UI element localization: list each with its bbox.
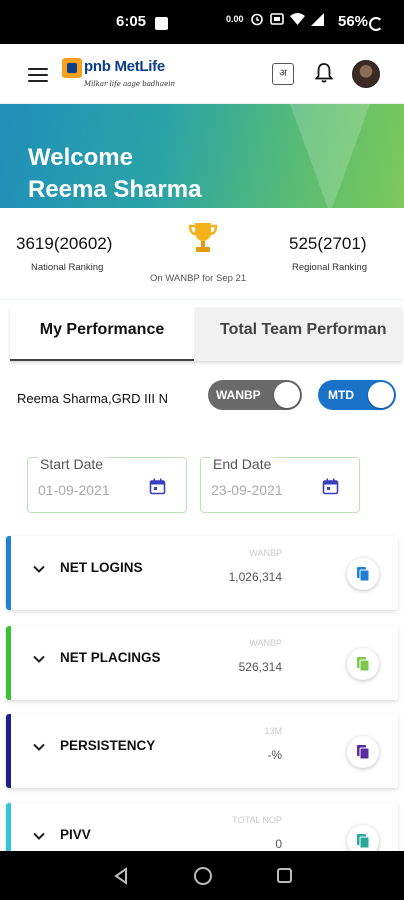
ranking-card: 3619(20602) National Ranking On WANBP fo… <box>0 208 404 300</box>
system-nav-bar <box>0 851 404 900</box>
toggle-knob <box>368 382 394 408</box>
chevron-down-icon[interactable] <box>32 740 46 754</box>
toggle-knob <box>274 382 300 408</box>
home-icon[interactable] <box>194 867 212 885</box>
end-date-value: 23-09-2021 <box>211 482 283 498</box>
wifi-icon <box>289 13 305 25</box>
metric-key: WANBP <box>249 638 282 648</box>
basis-toggle-label: WANBP <box>216 388 261 402</box>
period-toggle-label: MTD <box>328 388 354 402</box>
status-time: 6:05 <box>116 13 147 30</box>
status-bar: 6:05 0.00 56% <box>0 0 404 44</box>
back-icon[interactable] <box>112 867 130 885</box>
status-icons: 0.00 <box>226 12 324 26</box>
performance-tabs: My Performance Total Team Performan <box>10 307 402 361</box>
app-header: pnb MetLife Milkar life aage badhaein अ <box>0 44 404 104</box>
signal-icon <box>310 12 324 26</box>
copy-icon[interactable] <box>347 648 379 680</box>
metric-card-net-placings[interactable]: NET PLACINGS WANBP 526,314 <box>6 626 398 700</box>
welcome-line: Welcome <box>28 144 133 171</box>
start-date-value: 01-09-2021 <box>38 482 110 498</box>
metric-key: 13M <box>264 726 282 736</box>
metric-accent-bar <box>6 714 11 788</box>
logo-brand: pnb MetLife <box>84 58 165 75</box>
chevron-down-icon[interactable] <box>32 652 46 666</box>
metric-value: 0 <box>275 837 282 851</box>
recents-icon[interactable] <box>277 868 292 883</box>
regional-ranking-label: Regional Ranking <box>292 262 367 273</box>
menu-icon[interactable] <box>28 68 48 82</box>
metric-value: -% <box>267 748 282 762</box>
basis-toggle[interactable]: WANBP <box>208 380 302 410</box>
logo-tagline: Milkar life aage badhaein <box>84 80 175 88</box>
end-date-field[interactable]: End Date 23-09-2021 <box>200 456 360 513</box>
chevron-down-icon[interactable] <box>32 562 46 576</box>
metric-name: NET LOGINS <box>60 560 143 575</box>
metric-name: PERSISTENCY <box>60 738 156 753</box>
logo-mark <box>62 58 82 78</box>
screenshot-icon <box>269 13 284 25</box>
metric-accent-bar <box>6 536 11 610</box>
metric-accent-bar <box>6 626 11 700</box>
end-date-label: End Date <box>211 456 274 472</box>
period-toggle[interactable]: MTD <box>318 380 396 410</box>
calendar-icon[interactable] <box>149 478 166 495</box>
language-icon[interactable]: अ <box>272 63 294 85</box>
avatar[interactable] <box>352 60 380 88</box>
logo: pnb MetLife Milkar life aage badhaein <box>62 56 177 96</box>
regional-ranking-value: 525(2701) <box>289 234 367 253</box>
alarm-icon <box>250 13 263 26</box>
start-date-label: Start Date <box>38 456 106 472</box>
metric-value: 526,314 <box>238 660 282 674</box>
data-rate: 0.00 <box>226 13 244 24</box>
trophy-icon <box>188 223 218 252</box>
tab-my-performance[interactable]: My Performance <box>10 307 194 361</box>
start-date-field[interactable]: Start Date 01-09-2021 <box>27 456 187 513</box>
metric-name: NET PLACINGS <box>60 650 161 665</box>
calendar-icon[interactable] <box>322 478 339 495</box>
bell-icon[interactable] <box>314 62 334 84</box>
banner-decoration <box>290 104 370 208</box>
battery-level: 56% <box>338 13 369 30</box>
agent-name[interactable]: Reema Sharma,GRD III N <box>17 391 168 406</box>
tab-team-performance[interactable]: Total Team Performan <box>220 307 387 361</box>
user-name: Reema Sharma <box>28 176 202 203</box>
national-ranking-label: National Ranking <box>31 262 104 273</box>
chevron-down-icon[interactable] <box>32 829 46 843</box>
copy-icon[interactable] <box>347 558 379 590</box>
copy-icon[interactable] <box>347 736 379 768</box>
battery-icon <box>369 17 383 31</box>
metric-key: TOTAL NOP <box>232 815 282 825</box>
ranking-period: On WANBP for Sep 21 <box>150 273 247 284</box>
metric-name: PIVV <box>60 827 91 842</box>
national-ranking-value: 3619(20602) <box>16 234 113 253</box>
metric-value: 1,026,314 <box>228 570 282 584</box>
metric-key: WANBP <box>249 548 282 558</box>
notification-icon <box>155 17 168 30</box>
welcome-text: Welcome Reema Sharma <box>28 142 201 206</box>
welcome-banner: Welcome Reema Sharma <box>0 104 404 208</box>
metric-card-net-logins[interactable]: NET LOGINS WANBP 1,026,314 <box>6 536 398 610</box>
metric-card-persistency[interactable]: PERSISTENCY 13M -% <box>6 714 398 788</box>
